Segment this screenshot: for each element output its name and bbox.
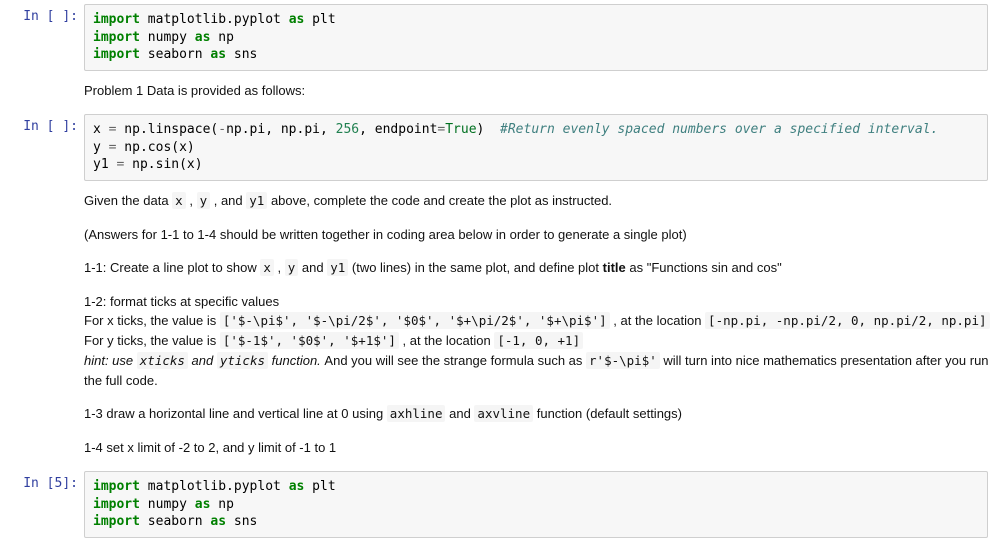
text: 1-1: Create a line plot to show (84, 260, 260, 275)
paragraph: (Answers for 1-1 to 1-4 should be writte… (84, 225, 990, 245)
text: above, complete the code and create the … (271, 193, 612, 208)
text: and (302, 260, 327, 275)
inline-code: ['$-1$', '$0$', '$+1$'] (220, 332, 399, 349)
text: (two lines) in the same plot, and define… (352, 260, 603, 275)
markdown-body: Given the data x , y , and y1 above, com… (84, 189, 994, 464)
code-input[interactable]: import matplotlib.pyplot as plt import n… (84, 4, 988, 71)
text: function. (272, 353, 321, 368)
bold-text: title (603, 260, 626, 275)
text: function (default settings) (537, 406, 682, 421)
inline-code: ['$-\pi$', '$-\pi/2$', '$0$', '$+\pi/2$'… (220, 312, 610, 329)
inline-code: x (260, 259, 274, 276)
code-input[interactable]: x = np.linspace(-np.pi, np.pi, 256, endp… (84, 114, 988, 181)
code-cell: In [ ]: x = np.linspace(-np.pi, np.pi, 2… (0, 110, 994, 185)
text: , and (214, 193, 247, 208)
cell-body: import matplotlib.pyplot as plt import n… (84, 471, 994, 538)
text: , at the location (403, 333, 495, 348)
paragraph: 1-4 set x limit of -2 to 2, and y limit … (84, 438, 990, 458)
inline-code: x (172, 192, 186, 209)
inline-code: y (197, 192, 211, 209)
paragraph: 1-3 draw a horizontal line and vertical … (84, 404, 990, 424)
text: as "Functions sin and cos" (629, 260, 781, 275)
prompt-in: In [ ]: (0, 4, 84, 26)
markdown-cell: Given the data x , y , and y1 above, com… (0, 185, 994, 468)
paragraph: Given the data x , y , and y1 above, com… (84, 191, 990, 211)
inline-code: r'$-\pi$' (586, 352, 660, 369)
code-cell: In [ ]: import matplotlib.pyplot as plt … (0, 0, 994, 75)
cell-body: x = np.linspace(-np.pi, np.pi, 256, endp… (84, 114, 994, 181)
text: And you will see the strange formula suc… (324, 353, 586, 368)
text: For x ticks, the value is (84, 313, 220, 328)
inline-code: yticks (217, 352, 268, 369)
prompt-in: In [5]: (0, 471, 84, 493)
hint-text: hint: use xticks and yticks function. (84, 352, 324, 369)
inline-code: y (285, 259, 299, 276)
inline-code: [-1, 0, +1] (494, 332, 583, 349)
code-cell: In [5]: import matplotlib.pyplot as plt … (0, 467, 994, 542)
prompt-empty (0, 79, 84, 99)
markdown-cell: Problem 1 Data is provided as follows: (0, 75, 994, 111)
text: Given the data (84, 193, 172, 208)
inline-code: y1 (327, 259, 348, 276)
prompt-empty (0, 189, 84, 209)
text: 1-3 draw a horizontal line and vertical … (84, 406, 387, 421)
text: , (277, 260, 284, 275)
prompt-in: In [ ]: (0, 114, 84, 136)
inline-code: xticks (137, 352, 188, 369)
inline-code: axhline (387, 405, 446, 422)
inline-code: y1 (246, 192, 267, 209)
paragraph: 1-2: format ticks at specific values For… (84, 292, 990, 390)
inline-code: [-np.pi, -np.pi/2, 0, np.pi/2, np.pi] (705, 312, 989, 329)
text: 1-2: format ticks at specific values (84, 294, 279, 309)
text: and (192, 353, 217, 368)
text: and (449, 406, 474, 421)
text: For y ticks, the value is (84, 333, 220, 348)
text: , (189, 193, 196, 208)
code-input[interactable]: import matplotlib.pyplot as plt import n… (84, 471, 988, 538)
paragraph: Problem 1 Data is provided as follows: (84, 81, 990, 101)
paragraph: 1-1: Create a line plot to show x , y an… (84, 258, 990, 278)
text: hint: use (84, 353, 137, 368)
inline-code: axvline (474, 405, 533, 422)
cell-body: import matplotlib.pyplot as plt import n… (84, 4, 994, 71)
markdown-body: Problem 1 Data is provided as follows: (84, 79, 994, 107)
text: , at the location (613, 313, 705, 328)
